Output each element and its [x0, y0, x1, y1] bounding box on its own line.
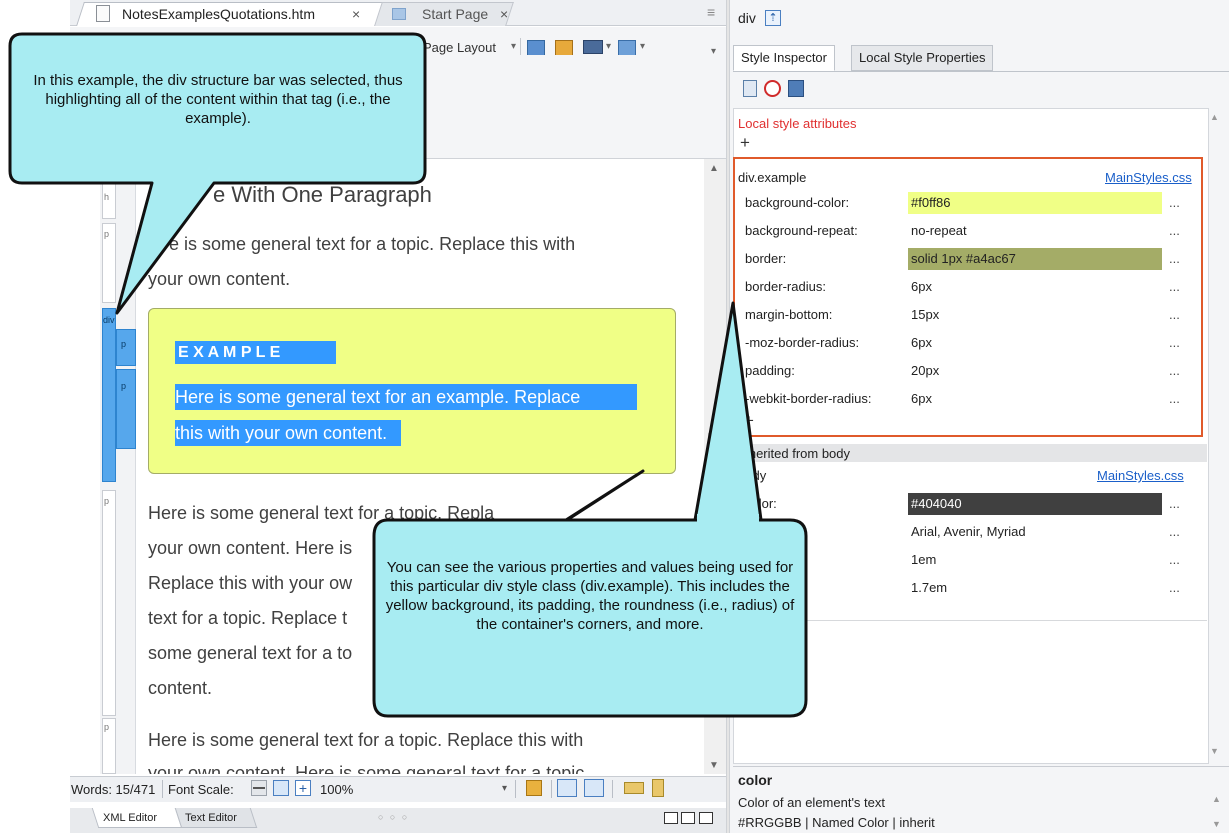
callout-top-text: In this example, the div structure bar w…: [33, 72, 403, 127]
callout-bottom-text: You can see the various properties and v…: [385, 559, 795, 633]
callout-bottom-pointer: [693, 301, 763, 522]
callout-pointer-join: [697, 514, 759, 524]
